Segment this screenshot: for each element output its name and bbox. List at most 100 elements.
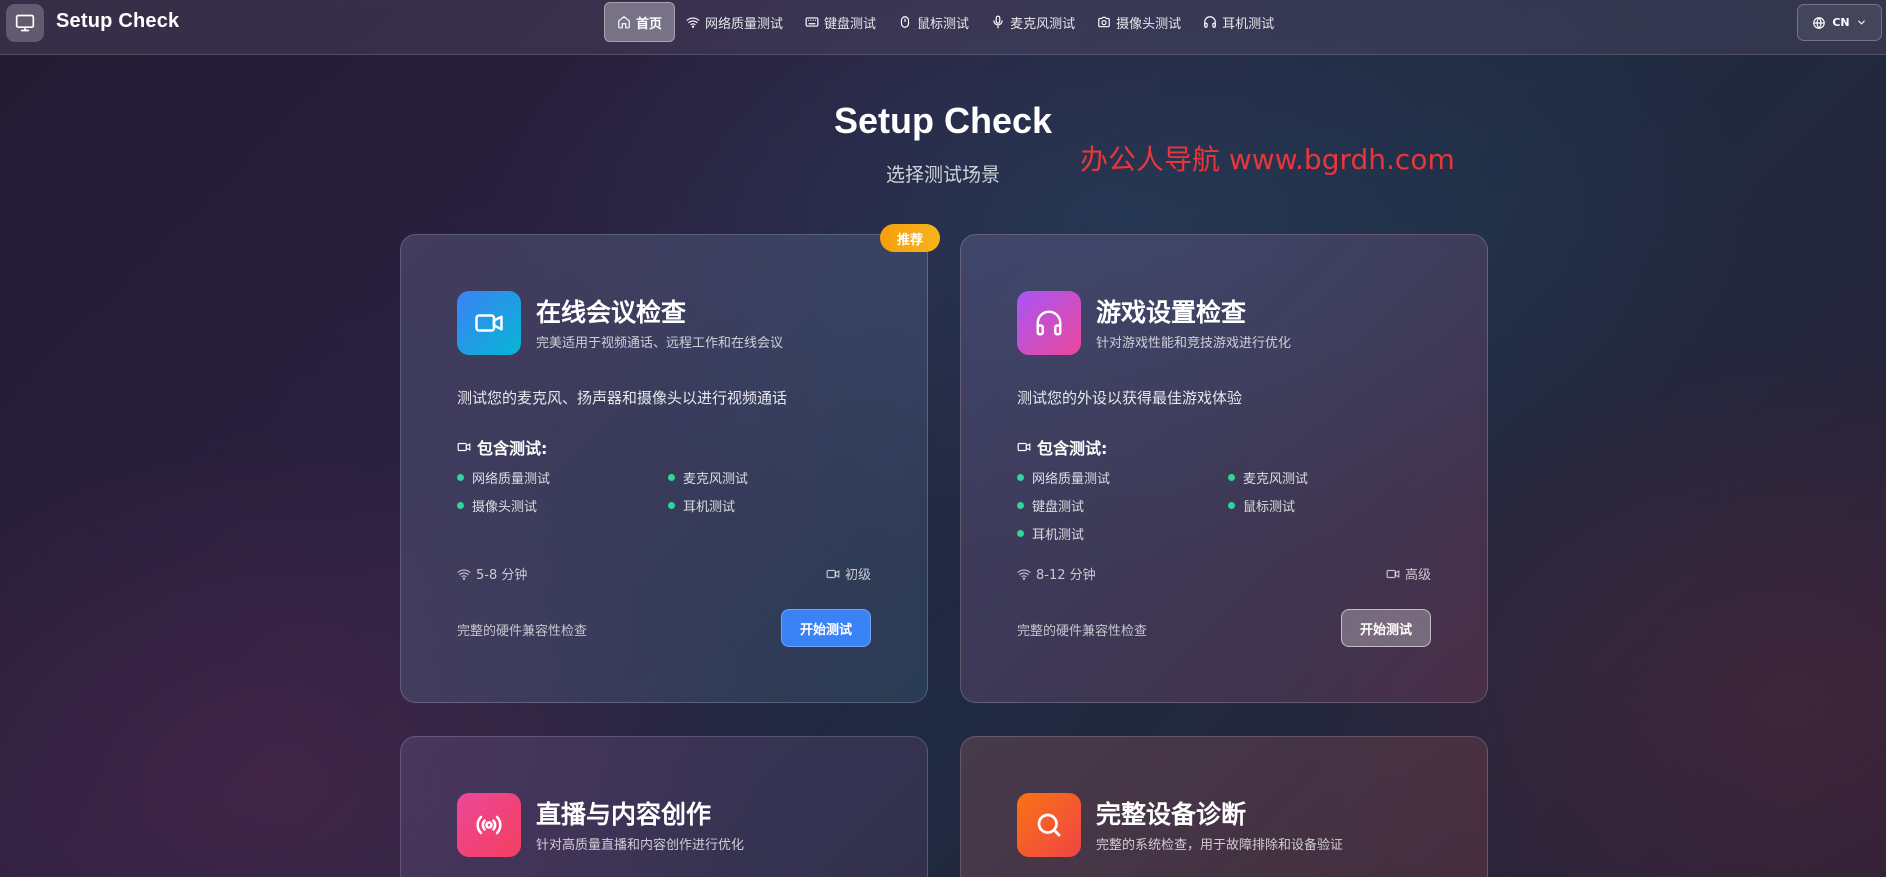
card-footer-text: 完整的硬件兼容性检查 [1017, 624, 1148, 639]
wifi-icon [1017, 568, 1031, 580]
status-dot [1228, 473, 1235, 481]
included-label: 包含测试: [477, 439, 548, 458]
status-dot [1228, 501, 1235, 509]
card-subtitle: 完整的系统检查，用于故障排除和设备验证 [1096, 838, 1344, 853]
start-test-button[interactable]: 开始测试 [781, 609, 871, 647]
list-item: 耳机测试 [1017, 525, 1228, 543]
globe-icon [1813, 16, 1826, 29]
page-title: Setup Check [833, 100, 1053, 141]
test-name: 键盘测试 [1032, 499, 1085, 515]
home-icon [618, 16, 630, 29]
nav-item-headphones[interactable]: 耳机测试 [1192, 2, 1285, 42]
test-name: 麦克风测试 [683, 471, 749, 487]
level-text: 高级 [1404, 568, 1431, 583]
test-name: 麦克风测试 [1243, 471, 1309, 487]
keyboard-icon [805, 17, 819, 27]
duration-text: 5-8 分钟 [476, 568, 528, 583]
card-title: 直播与内容创作 [536, 800, 712, 829]
included-label: 包含测试: [1037, 439, 1108, 458]
card-description: 测试您的麦克风、扬声器和摄像头以进行视频通话 [457, 389, 788, 407]
video-icon [457, 442, 471, 452]
status-dot [457, 501, 464, 509]
video-icon [826, 569, 840, 578]
chevron-down-icon [1857, 20, 1865, 25]
list-item: 鼠标测试 [1228, 497, 1439, 515]
main-nav: 首页 网络质量测试 键盘测试 鼠标测试 麦克风测试 摄像头测试 耳机测试 [604, 2, 1285, 42]
level-text: 初级 [844, 568, 871, 583]
list-item: 麦克风测试 [668, 469, 879, 487]
tests-list: 网络质量测试 麦克风测试 键盘测试 鼠标测试 耳机测试 [1017, 469, 1439, 543]
language-selector[interactable]: CN [1797, 4, 1882, 41]
wifi-icon [686, 17, 700, 28]
card-subtitle: 针对高质量直播和内容创作进行优化 [536, 838, 745, 853]
nav-item-mouse[interactable]: 鼠标测试 [887, 2, 980, 42]
nav-label: 键盘测试 [824, 16, 877, 32]
test-name: 耳机测试 [683, 499, 736, 515]
video-icon [1386, 569, 1400, 578]
status-dot [1017, 501, 1024, 509]
mouse-icon [900, 16, 910, 28]
duration-text: 8-12 分钟 [1036, 568, 1096, 583]
list-item: 网络质量测试 [1017, 469, 1228, 487]
card-subtitle: 完美适用于视频通话、远程工作和在线会议 [536, 336, 784, 351]
video-icon [457, 291, 521, 355]
scenario-card-meeting[interactable]: 推荐 在线会议检查 完美适用于视频通话、远程工作和在线会议 测试您的麦克风、扬声… [400, 224, 940, 703]
status-dot [1017, 473, 1024, 481]
tests-list: 网络质量测试 麦克风测试 摄像头测试 耳机测试 [457, 469, 879, 515]
monitor-icon[interactable] [6, 4, 44, 42]
headphones-icon [1204, 16, 1216, 28]
status-dot [1017, 529, 1024, 537]
nav-item-home[interactable]: 首页 [604, 2, 676, 42]
test-name: 鼠标测试 [1243, 499, 1296, 515]
watermark-text: 办公人导航 www.bgrdh.com [1080, 143, 1455, 176]
nav-item-camera[interactable]: 摄像头测试 [1086, 2, 1192, 42]
card-title: 游戏设置检查 [1096, 298, 1247, 327]
status-dot [457, 473, 464, 481]
duration: 5-8 分钟 [457, 564, 527, 583]
test-name: 网络质量测试 [1032, 471, 1111, 487]
start-test-button[interactable]: 开始测试 [1341, 609, 1431, 647]
test-name: 网络质量测试 [472, 471, 551, 487]
list-item: 键盘测试 [1017, 497, 1228, 515]
camera-icon [1098, 16, 1110, 28]
nav-label: 网络质量测试 [705, 16, 784, 32]
nav-label: 摄像头测试 [1116, 16, 1182, 32]
scenario-card-streaming[interactable]: 直播与内容创作 针对高质量直播和内容创作进行优化 [400, 736, 928, 877]
included-tests-heading: 包含测试: [457, 435, 547, 459]
card-subtitle: 针对游戏性能和竞技游戏进行优化 [1096, 336, 1292, 351]
card-footer-text: 完整的硬件兼容性检查 [457, 624, 588, 639]
scenario-card-diagnostics[interactable]: 完整设备诊断 完整的系统检查，用于故障排除和设备验证 [960, 736, 1488, 877]
nav-label: 鼠标测试 [917, 16, 970, 32]
status-dot [668, 501, 675, 509]
nav-label: 首页 [636, 16, 663, 32]
recommended-badge: 推荐 [880, 224, 940, 252]
list-item: 摄像头测试 [457, 497, 668, 515]
card-title: 完整设备诊断 [1096, 800, 1247, 829]
card-description: 测试您的外设以获得最佳游戏体验 [1017, 389, 1243, 407]
mic-icon [993, 15, 1003, 29]
nav-label: 麦克风测试 [1010, 16, 1076, 32]
top-nav-bar: Setup Check 首页 网络质量测试 键盘测试 鼠标测试 麦克风测试 摄像… [0, 0, 1886, 55]
nav-label: 耳机测试 [1222, 16, 1275, 32]
broadcast-icon [457, 793, 521, 857]
test-name: 摄像头测试 [472, 499, 538, 515]
test-name: 耳机测试 [1032, 527, 1085, 543]
list-item: 耳机测试 [668, 497, 879, 515]
headphones-icon [1017, 291, 1081, 355]
page-subtitle: 选择测试场景 [885, 164, 1000, 186]
nav-item-mic[interactable]: 麦克风测试 [980, 2, 1086, 42]
nav-item-keyboard[interactable]: 键盘测试 [794, 2, 887, 42]
list-item: 麦克风测试 [1228, 469, 1439, 487]
video-icon [1017, 442, 1031, 452]
status-dot [668, 473, 675, 481]
card-title: 在线会议检查 [536, 298, 687, 327]
nav-item-network[interactable]: 网络质量测试 [675, 2, 794, 42]
difficulty-level: 初级 [826, 564, 871, 583]
search-icon [1017, 793, 1081, 857]
scenario-card-gaming[interactable]: 游戏设置检查 针对游戏性能和竞技游戏进行优化 测试您的外设以获得最佳游戏体验 包… [960, 234, 1488, 703]
duration: 8-12 分钟 [1017, 564, 1096, 583]
language-code: CN [1832, 16, 1850, 29]
brand-name[interactable]: Setup Check [56, 10, 179, 33]
list-item: 网络质量测试 [457, 469, 668, 487]
included-tests-heading: 包含测试: [1017, 435, 1107, 459]
